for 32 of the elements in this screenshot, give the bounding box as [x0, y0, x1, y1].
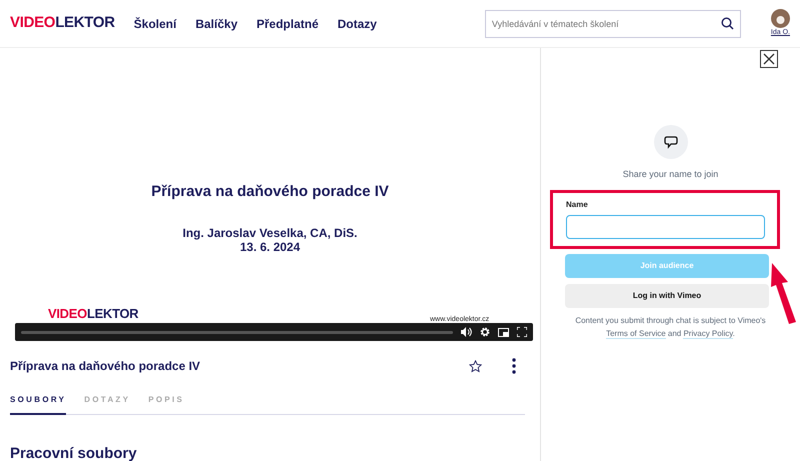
privacy-link[interactable]: Privacy Policy	[683, 328, 733, 338]
slide-date: 13. 6. 2024	[238, 240, 302, 254]
progress-track[interactable]	[21, 330, 453, 334]
nav-link[interactable]: Předplatné	[256, 14, 319, 32]
tab[interactable]: SOUBORY	[10, 394, 66, 415]
terms-notice: Content you submit through chat is subject to Vimeo's Terms of Service and Privacy Policy.	[574, 314, 767, 340]
nav-link[interactable]: Dotazy	[338, 14, 377, 32]
slide-author: Ing. Jaroslav Veselka, CA, DiS.	[182, 226, 358, 240]
star-icon[interactable]	[469, 360, 482, 372]
field-label: Name	[566, 198, 589, 210]
pip-icon[interactable]	[498, 328, 509, 336]
nav-link[interactable]: Školení	[134, 14, 176, 32]
nav-link[interactable]: Balíčky	[195, 14, 238, 32]
name-field[interactable]	[566, 214, 765, 238]
search-field[interactable]: Vyhledávání v tématech školení	[484, 10, 741, 38]
fullscreen-icon[interactable]	[517, 327, 527, 337]
chat-bubble-icon	[664, 136, 678, 148]
join-prompt: Share your name to join	[622, 168, 720, 181]
more-options-icon[interactable]	[512, 358, 516, 374]
section-heading: Pracovní soubory	[10, 444, 138, 461]
settings-icon[interactable]	[480, 327, 490, 337]
close-button[interactable]	[760, 50, 778, 68]
site-logo[interactable]: VIDEOLEKTOR	[10, 12, 115, 35]
slide-logo: VIDEOLEKTOR	[48, 307, 138, 320]
volume-icon[interactable]	[461, 327, 472, 337]
login-button[interactable]: Log in with Vimeo	[565, 284, 769, 308]
slide-title: Příprava na daňového poradce IV	[151, 182, 389, 202]
avatar[interactable]	[770, 8, 790, 28]
terms-link[interactable]: Terms of Service	[606, 328, 666, 338]
lesson-title: Příprava na daňového poradce IV	[10, 358, 200, 375]
search-icon[interactable]	[720, 16, 734, 30]
arrow-annotation	[771, 262, 798, 324]
